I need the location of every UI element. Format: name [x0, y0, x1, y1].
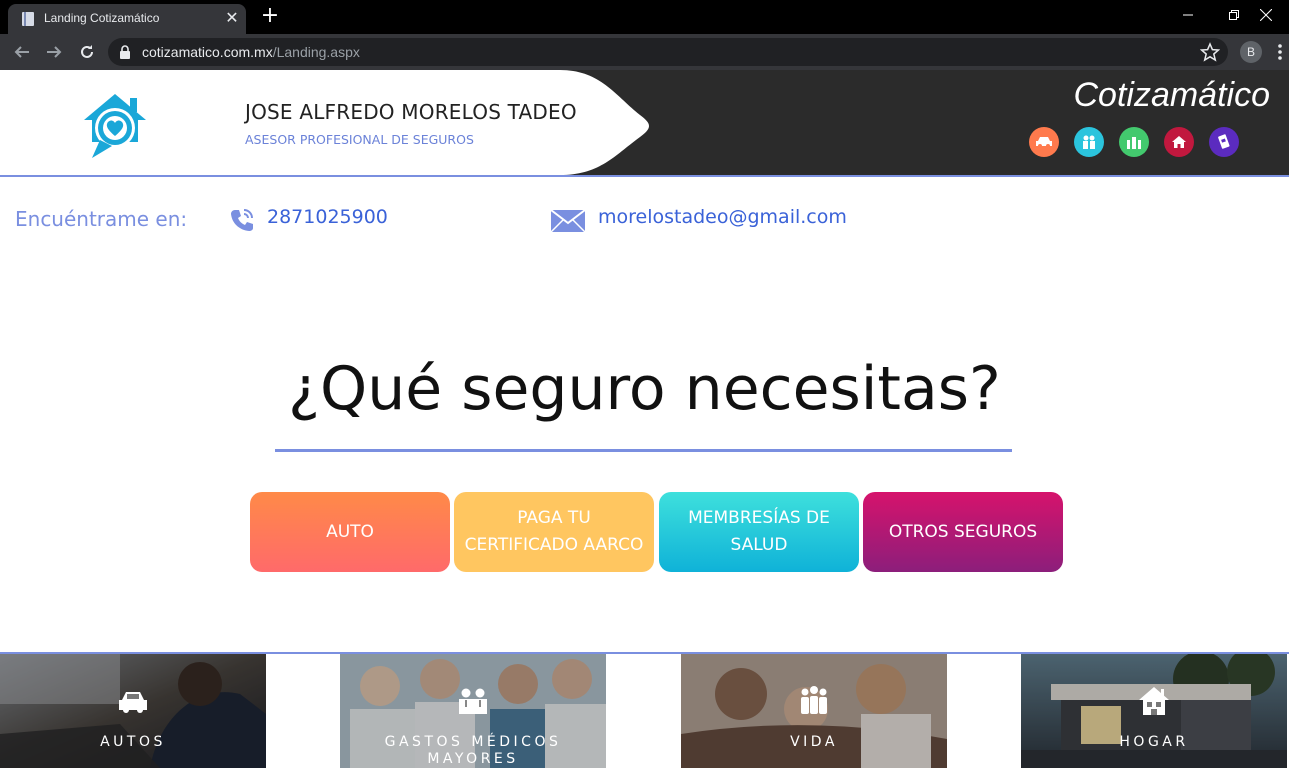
bookmark-star-icon[interactable]	[1200, 42, 1220, 62]
house-icon	[1139, 687, 1169, 715]
agent-name: JOSE ALFREDO MORELOS TADEO	[245, 100, 577, 124]
aarco-certificate-button[interactable]: PAGA TU CERTIFICADO AARCO	[454, 492, 654, 572]
health-memberships-button[interactable]: MEMBRESÍAS DE SALUD	[659, 492, 859, 572]
address-bar[interactable]: cotizamatico.com.mx/Landing.aspx	[108, 38, 1228, 66]
phone-icon	[231, 209, 253, 231]
browser-toolbar: cotizamatico.com.mx/Landing.aspx B	[0, 34, 1289, 70]
auto-button[interactable]: AUTO	[250, 492, 450, 572]
url-text: cotizamatico.com.mx/Landing.aspx	[142, 44, 360, 60]
contact-label: Encuéntrame en:	[15, 207, 188, 231]
forward-icon[interactable]	[42, 40, 66, 64]
tile-autos-label: AUTOS	[100, 734, 166, 750]
tile-hogar-label: HOGAR	[1119, 734, 1189, 750]
tile-vida-label: VIDA	[790, 734, 838, 750]
other-icon[interactable]	[1209, 127, 1239, 157]
reload-icon[interactable]	[75, 40, 99, 64]
lock-icon	[120, 45, 130, 59]
email-address[interactable]: morelostadeo@gmail.com	[598, 206, 847, 228]
site-header: JOSE ALFREDO MORELOS TADEO ASESOR PROFES…	[0, 70, 1289, 177]
minimize-icon[interactable]	[1165, 0, 1211, 30]
tile-gastos-medicos[interactable]: GASTOS MÉDICOS MAYORES	[340, 654, 606, 768]
tile-hogar[interactable]: HOGAR	[1021, 654, 1287, 768]
tile-gastos-medicos-label: GASTOS MÉDICOS MAYORES	[384, 734, 562, 767]
health-button-label: MEMBRESÍAS DE SALUD	[688, 508, 830, 555]
tile-vida[interactable]: VIDA	[681, 654, 947, 768]
url-domain: cotizamatico.com.mx	[142, 44, 273, 60]
tab-close-icon[interactable]: ✕	[224, 8, 240, 28]
brand-title: Cotizamático	[1073, 76, 1270, 114]
other-insurance-button[interactable]: OTROS SEGUROS	[863, 492, 1063, 572]
more-menu-icon[interactable]	[1274, 42, 1286, 62]
profile-avatar[interactable]: B	[1240, 41, 1262, 63]
question-underline	[275, 449, 1012, 452]
url-path: /Landing.aspx	[272, 44, 360, 60]
auto-button-label: AUTO	[326, 521, 374, 542]
new-tab-button[interactable]: +	[258, 5, 282, 29]
tile-autos[interactable]: AUTOS	[0, 654, 266, 768]
car-icon	[119, 692, 147, 713]
page-content: JOSE ALFREDO MORELOS TADEO ASESOR PROFES…	[0, 70, 1289, 768]
cotizamatico-logo-icon	[84, 94, 146, 158]
page-icon	[22, 12, 34, 26]
doctors-icon	[459, 688, 487, 714]
close-window-icon[interactable]	[1243, 0, 1289, 30]
aarco-button-label: PAGA TU CERTIFICADO AARCO	[464, 508, 644, 555]
life-icon[interactable]	[1119, 127, 1149, 157]
family-icon[interactable]	[1074, 127, 1104, 157]
family-icon	[801, 686, 827, 714]
phone-number[interactable]: 2871025900	[267, 206, 388, 228]
main-question: ¿Qué seguro necesitas?	[288, 354, 1001, 424]
home-icon[interactable]	[1164, 127, 1194, 157]
brand-icons	[1029, 127, 1239, 157]
back-icon[interactable]	[10, 40, 34, 64]
contact-bar: Encuéntrame en: 2871025900 morelostadeo@…	[0, 177, 1289, 247]
browser-tab[interactable]: Landing Cotizamático ✕	[8, 4, 246, 34]
browser-tab-bar: Landing Cotizamático ✕ +	[0, 0, 1289, 34]
tab-title: Landing Cotizamático	[44, 11, 160, 25]
agent-role: ASESOR PROFESIONAL DE SEGUROS	[245, 132, 474, 147]
car-icon[interactable]	[1029, 127, 1059, 157]
mail-icon	[550, 209, 586, 233]
other-button-label: OTROS SEGUROS	[888, 521, 1038, 542]
